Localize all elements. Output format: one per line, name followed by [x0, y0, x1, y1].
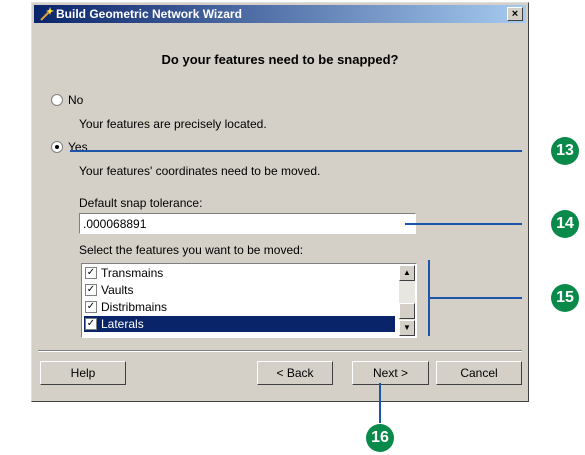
callout-16-line: [379, 383, 381, 423]
next-button[interactable]: Next >: [352, 361, 429, 385]
scroll-down-arrow-icon[interactable]: ▼: [399, 320, 415, 336]
back-button[interactable]: < Back: [257, 361, 333, 385]
list-item-label: Laterals: [101, 317, 144, 331]
wizard-wand-icon: [40, 7, 54, 21]
callout-15: 15: [551, 284, 579, 312]
cancel-button[interactable]: Cancel: [436, 361, 522, 385]
checkbox-checked-icon[interactable]: ✓: [85, 267, 97, 279]
callout-14: 14: [551, 210, 579, 238]
no-radio[interactable]: [51, 94, 63, 106]
yes-description: Your features' coordinates need to be mo…: [79, 164, 321, 178]
callout-13-line: [70, 150, 522, 152]
features-listbox[interactable]: ✓ Transmains ✓ Vaults ✓ Distribmains ✓ L…: [81, 263, 417, 338]
yes-radio[interactable]: [51, 141, 63, 153]
callout-15-line: [428, 297, 522, 299]
snap-tolerance-label: Default snap tolerance:: [79, 196, 203, 210]
next-button-label: Next >: [372, 366, 408, 380]
list-item-selected[interactable]: ✓ Laterals: [84, 316, 395, 332]
list-item-label: Vaults: [101, 283, 134, 297]
title-bar[interactable]: Build Geometric Network Wizard ×: [34, 5, 526, 23]
scroll-thumb[interactable]: [399, 303, 415, 319]
list-item[interactable]: ✓ Transmains: [84, 265, 395, 281]
wizard-dialog: Build Geometric Network Wizard × Do your…: [31, 2, 529, 402]
checkbox-checked-icon[interactable]: ✓: [85, 318, 97, 330]
callout-16: 16: [366, 424, 394, 452]
features-list-label: Select the features you want to be moved…: [79, 243, 304, 257]
no-description: Your features are precisely located.: [79, 117, 267, 131]
page-heading: Do your features need to be snapped?: [161, 52, 399, 67]
window-title: Build Geometric Network Wizard: [56, 7, 242, 21]
list-item-label: Transmains: [101, 266, 164, 280]
callout-13: 13: [551, 137, 579, 165]
snap-tolerance-input[interactable]: .000068891: [79, 213, 416, 234]
scroll-up-arrow-icon[interactable]: ▲: [399, 265, 415, 281]
radio-selected-dot: [55, 145, 59, 149]
button-divider: [38, 350, 522, 352]
callout-14-line: [405, 223, 522, 225]
list-scrollbar[interactable]: ▲ ▼: [399, 265, 415, 336]
list-item[interactable]: ✓ Distribmains: [84, 299, 395, 315]
checkbox-checked-icon[interactable]: ✓: [85, 301, 97, 313]
checkbox-checked-icon[interactable]: ✓: [85, 284, 97, 296]
back-button-label: < Back: [276, 366, 314, 380]
list-item-label: Distribmains: [101, 300, 168, 314]
help-button[interactable]: Help: [40, 361, 126, 385]
snap-tolerance-value: .000068891: [83, 217, 147, 231]
close-button[interactable]: ×: [507, 7, 523, 21]
list-item[interactable]: ✓ Vaults: [84, 282, 395, 298]
no-label[interactable]: No: [68, 93, 83, 107]
